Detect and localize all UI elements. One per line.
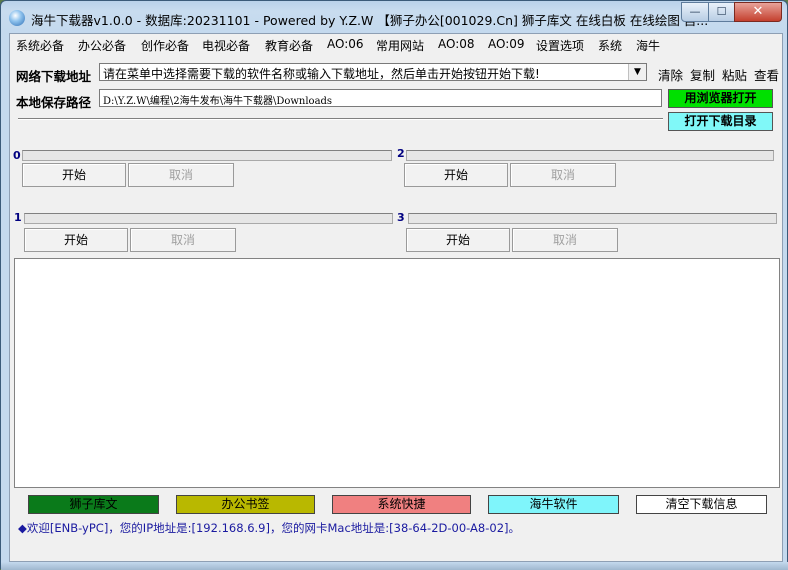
slot-number: 2: [397, 147, 405, 160]
menu-item-system[interactable]: 系统: [598, 37, 622, 54]
clear-button[interactable]: 清除: [658, 65, 683, 84]
menu-item-common-websites[interactable]: 常用网站: [376, 37, 424, 54]
status-text: 欢迎[ENB-yPC]，您的IP地址是:[192.168.6.9]，您的网卡Ma…: [26, 521, 521, 535]
menu-item-hainiu[interactable]: 海牛: [636, 37, 660, 54]
slot-number: 1: [14, 211, 22, 224]
hainiu-software-button[interactable]: 海牛软件: [488, 495, 619, 514]
cancel-button-0[interactable]: 取消: [128, 163, 234, 187]
start-button-2[interactable]: 开始: [404, 163, 508, 187]
divider: [18, 118, 663, 120]
progress-bar-2: [406, 150, 774, 161]
download-log[interactable]: [14, 258, 780, 488]
save-path-input[interactable]: D:\Y.Z.W\编程\2海牛发布\海牛下载器\Downloads: [99, 89, 662, 107]
title-bar[interactable]: 海牛下载器v1.0.0 - 数据库:20231101 - Powered by …: [1, 1, 787, 33]
menu-item-ao09[interactable]: AO:09: [488, 37, 525, 51]
start-button-0[interactable]: 开始: [22, 163, 126, 187]
path-label: 本地保存路径: [16, 95, 92, 110]
menu-item-settings[interactable]: 设置选项: [536, 37, 584, 54]
open-download-folder-button[interactable]: 打开下载目录: [668, 112, 773, 131]
start-button-3[interactable]: 开始: [406, 228, 510, 252]
menu-bar: 系统必备 办公必备 创作必备 电视必备 教育必备 AO:06 常用网站 AO:0…: [10, 34, 782, 54]
office-bookmarks-button[interactable]: 办公书签: [176, 495, 315, 514]
url-combobox[interactable]: 请在菜单中选择需要下载的软件名称或输入下载地址，然后单击开始按钮开始下载! ▼: [99, 63, 647, 81]
system-shortcuts-button[interactable]: 系统快捷: [332, 495, 471, 514]
start-button-1[interactable]: 开始: [24, 228, 128, 252]
menu-item-system-essentials[interactable]: 系统必备: [16, 37, 64, 54]
status-message: ◆欢迎[ENB-yPC]，您的IP地址是:[192.168.6.9]，您的网卡M…: [18, 520, 520, 536]
slot-number: 3: [397, 211, 405, 224]
menu-item-creation-essentials[interactable]: 创作必备: [141, 37, 189, 54]
url-value: 请在菜单中选择需要下载的软件名称或输入下载地址，然后单击开始按钮开始下载!: [103, 67, 540, 81]
shizi-library-button[interactable]: 狮子库文: [28, 495, 159, 514]
url-label: 网络下载地址: [16, 69, 92, 84]
slot-number: 0: [13, 149, 21, 162]
app-window: 海牛下载器v1.0.0 - 数据库:20231101 - Powered by …: [0, 0, 788, 570]
clear-download-info-button[interactable]: 清空下载信息: [636, 495, 767, 514]
menu-item-office-essentials[interactable]: 办公必备: [78, 37, 126, 54]
minimize-button[interactable]: —: [681, 2, 709, 22]
save-path-value: D:\Y.Z.W\编程\2海牛发布\海牛下载器\Downloads: [103, 96, 333, 107]
app-icon: [9, 10, 25, 26]
cancel-button-1[interactable]: 取消: [130, 228, 236, 252]
copy-button[interactable]: 复制: [690, 65, 715, 84]
cancel-button-2[interactable]: 取消: [510, 163, 616, 187]
menu-item-ao08[interactable]: AO:08: [438, 37, 475, 51]
maximize-button[interactable]: ☐: [708, 2, 735, 22]
menu-item-tv-essentials[interactable]: 电视必备: [202, 37, 250, 54]
cancel-button-3[interactable]: 取消: [512, 228, 618, 252]
dropdown-arrow-icon[interactable]: ▼: [628, 64, 646, 80]
diamond-icon: ◆: [18, 521, 27, 535]
paste-button[interactable]: 粘贴: [722, 65, 747, 84]
client-area: 系统必备 办公必备 创作必备 电视必备 教育必备 AO:06 常用网站 AO:0…: [9, 33, 783, 562]
menu-item-education-essentials[interactable]: 教育必备: [265, 37, 313, 54]
progress-bar-0: [22, 150, 392, 161]
close-button[interactable]: ✕: [734, 2, 782, 22]
open-in-browser-button[interactable]: 用浏览器打开: [668, 89, 773, 108]
view-button[interactable]: 查看: [754, 65, 779, 84]
progress-bar-3: [408, 213, 777, 224]
window-title: 海牛下载器v1.0.0 - 数据库:20231101 - Powered by …: [31, 13, 709, 28]
progress-bar-1: [24, 213, 393, 224]
menu-item-ao06[interactable]: AO:06: [327, 37, 364, 51]
